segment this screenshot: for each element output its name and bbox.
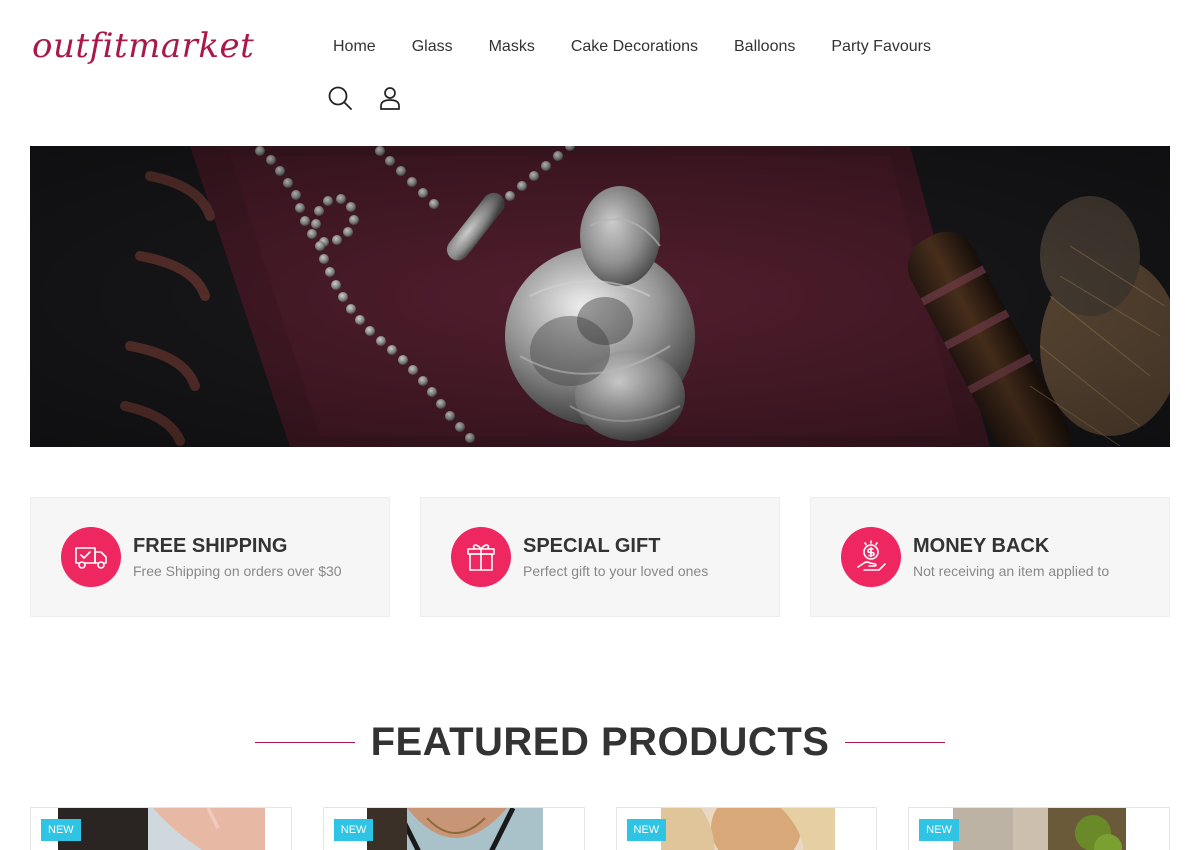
nav-home[interactable]: Home — [315, 35, 394, 59]
feature-title: SPECIAL GIFT — [523, 535, 661, 557]
product-card[interactable]: NEW — [908, 807, 1170, 850]
nav-glass[interactable]: Glass — [394, 35, 471, 59]
feature-money-back: MONEY BACK Not receiving an item applied… — [810, 497, 1170, 617]
new-badge: NEW — [41, 819, 81, 841]
site-logo[interactable]: outfitmarket — [32, 22, 254, 70]
main-nav: Home Glass Masks Cake Decorations Balloo… — [315, 35, 949, 59]
hero-image — [30, 146, 1170, 447]
new-badge: NEW — [626, 819, 667, 841]
hero-banner[interactable] — [30, 146, 1170, 447]
feature-subtitle: Free Shipping on orders over $30 — [133, 563, 342, 579]
nav-cake-decorations[interactable]: Cake Decorations — [553, 35, 716, 59]
product-card[interactable]: NEW — [30, 807, 292, 850]
product-image[interactable] — [366, 808, 543, 850]
nav-balloons[interactable]: Balloons — [716, 35, 813, 59]
divider-line — [845, 741, 946, 743]
gift-box-icon — [451, 527, 511, 587]
feature-title: FREE SHIPPING — [133, 535, 288, 557]
new-badge: NEW — [919, 819, 959, 841]
product-image[interactable] — [660, 808, 835, 850]
nav-party-favours[interactable]: Party Favours — [813, 35, 949, 59]
product-card[interactable]: NEW — [322, 807, 585, 850]
feature-title: MONEY BACK — [913, 535, 1050, 557]
new-badge: NEW — [333, 819, 374, 841]
feature-special-gift: SPECIAL GIFT Perfect gift to your loved … — [420, 497, 780, 617]
feature-subtitle: Not receiving an item applied to — [913, 563, 1110, 579]
feature-free-shipping: FREE SHIPPING Free Shipping on orders ov… — [30, 497, 390, 617]
product-image[interactable] — [953, 808, 1127, 850]
nav-masks[interactable]: Masks — [471, 35, 553, 59]
divider-line — [254, 741, 355, 743]
product-card[interactable]: NEW — [615, 807, 878, 850]
product-grid: NEW NEW NEW NEW — [30, 807, 1170, 850]
user-icon[interactable] — [377, 85, 403, 111]
delivery-truck-icon — [61, 527, 121, 587]
feature-row: FREE SHIPPING Free Shipping on orders ov… — [30, 497, 1170, 617]
search-icon[interactable] — [327, 85, 353, 111]
product-image[interactable] — [58, 808, 265, 850]
featured-products-heading: FEATURED PRODUCTS — [0, 715, 1200, 769]
money-hand-icon — [841, 527, 901, 587]
header-icons — [327, 85, 403, 111]
section-title: FEATURED PRODUCTS — [370, 720, 830, 764]
feature-subtitle: Perfect gift to your loved ones — [523, 563, 709, 579]
